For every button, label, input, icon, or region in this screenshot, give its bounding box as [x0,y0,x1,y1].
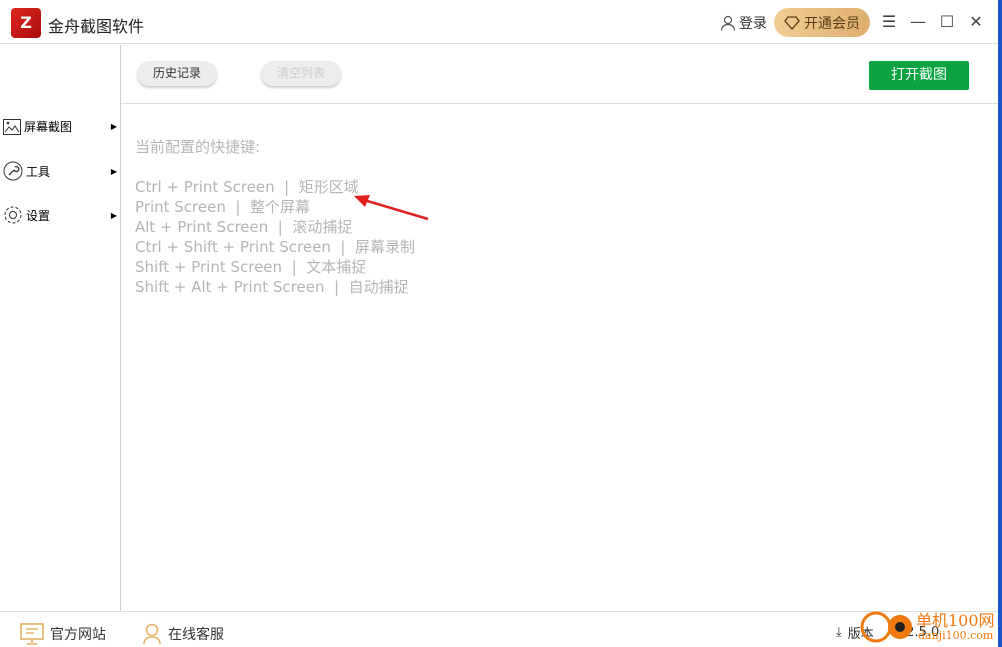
sidebar-item-label: 工具 [26,164,51,179]
clear-list-button[interactable]: 清空列表 [261,61,341,86]
caret-right-icon: ▶ [110,166,117,176]
caret-right-icon: ▶ [110,210,117,220]
separator: | [274,178,299,196]
wrench-icon [3,161,23,181]
shortcut-action: 自动捕捉 [348,278,409,296]
vip-label: 开通会员 [804,15,860,32]
shortcut-action: 文本捕捉 [306,258,367,276]
sidebar-item-settings[interactable]: 设置 ▶ [3,205,119,225]
sidebar-item-label: 设置 [26,208,51,223]
separator: | [330,238,355,256]
image-icon [3,118,21,135]
annotation-arrow [354,195,429,221]
download-icon: ⤓ [836,625,842,640]
shortcut-action: 滚动捕捉 [292,218,353,236]
separator: | [324,278,349,296]
shortcut-action: 整个屏幕 [249,198,310,216]
window-edge [998,0,1002,647]
watermark-text: 单机100网 [916,611,995,630]
shortcut-keys: Shift + Print Screen [135,258,283,276]
login-label: 登录 [739,16,767,32]
shortcut-row: Shift + Print Screen | 文本捕捉 [135,257,415,277]
shortcut-action: 屏幕录制 [354,238,415,256]
sidebar-item-tools[interactable]: 工具 ▶ [3,161,119,181]
app-title: 金舟截图软件 [48,17,145,36]
sidebar-item-screenshot[interactable]: 屏幕截图 ▶ [3,118,119,135]
user-support-icon [143,623,161,645]
shortcut-keys: Ctrl + Shift + Print Screen [135,238,331,256]
user-icon [720,15,736,31]
shortcut-heading: 当前配置的快捷键: [135,138,261,156]
title-bar: Z 金舟截图软件 登录 开通会员 ☰ — ☐ ✕ [0,0,998,44]
diamond-icon [784,15,800,30]
caret-right-icon: ▶ [110,122,117,131]
footer: 官方网站 在线客服 ⤓ 版本 3.2.5.0 [0,611,998,647]
support-label: 在线客服 [168,627,224,643]
toolbar: 历史记录 清空列表 打开截图 [121,45,998,104]
separator: | [225,198,250,216]
menu-icon[interactable]: ☰ [879,12,899,31]
watermark-logo [860,611,912,643]
shortcut-keys: Shift + Alt + Print Screen [135,278,325,296]
separator: | [268,218,293,236]
sidebar: 屏幕截图 ▶ 工具 ▶ 设置 ▶ [0,45,121,611]
shortcut-keys: Alt + Print Screen [135,218,269,236]
history-button[interactable]: 历史记录 [137,61,217,86]
monitor-icon [20,623,44,645]
close-icon[interactable]: ✕ [966,12,986,31]
shortcut-row: Ctrl + Shift + Print Screen | 屏幕录制 [135,237,415,257]
login-button[interactable]: 登录 [720,13,767,33]
shortcut-keys: Ctrl + Print Screen [135,178,275,196]
gear-icon [4,206,22,224]
open-screenshot-button[interactable]: 打开截图 [869,61,969,90]
website-label: 官方网站 [50,627,106,643]
vip-button[interactable]: 开通会员 [774,8,870,37]
app-logo: Z [11,8,41,38]
shortcut-row: Shift + Alt + Print Screen | 自动捕捉 [135,277,415,297]
sidebar-item-label: 屏幕截图 [24,120,73,134]
official-website-link[interactable]: 官方网站 [20,623,106,645]
maximize-icon[interactable]: ☐ [937,12,957,31]
online-support-link[interactable]: 在线客服 [142,623,224,645]
app-window: Z 金舟截图软件 登录 开通会员 ☰ — ☐ ✕ 屏幕截图 ▶ 工具 ▶ 设置 ▶ 历… [0,0,998,647]
watermark: 单机100网 danji100.com [860,605,1000,647]
watermark-url: danji100.com [918,629,994,642]
minimize-icon[interactable]: — [908,12,928,31]
shortcut-keys: Print Screen [135,198,226,216]
separator: | [282,258,307,276]
